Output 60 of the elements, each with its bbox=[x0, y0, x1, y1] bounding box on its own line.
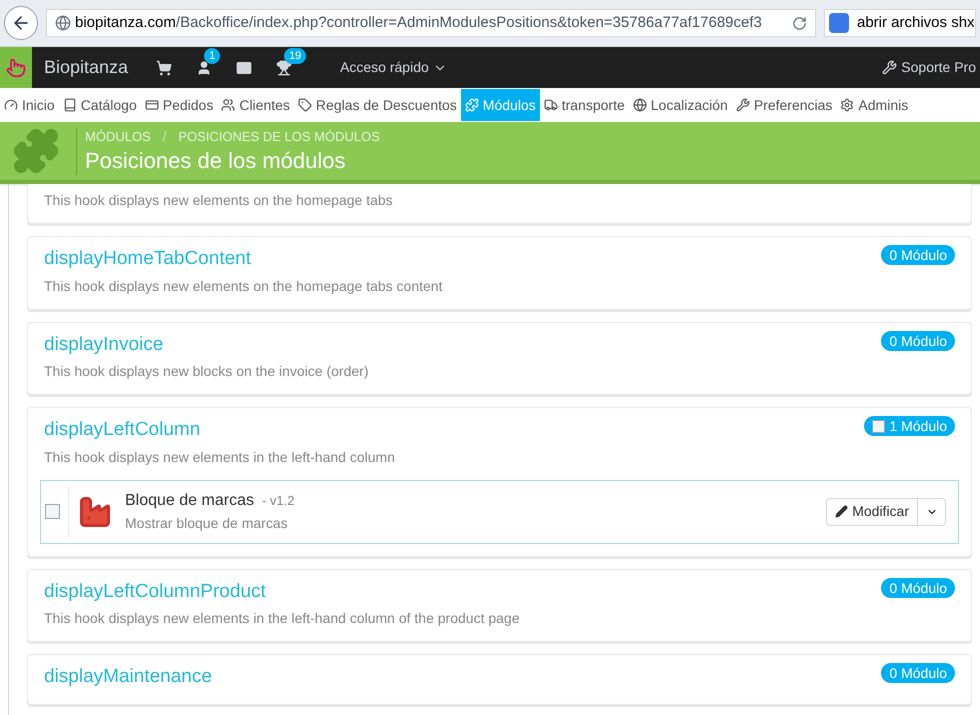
book-icon bbox=[62, 98, 77, 112]
globe-icon bbox=[55, 15, 71, 31]
badge-text: 0 Módulo bbox=[889, 332, 947, 350]
globe-icon bbox=[632, 98, 647, 112]
module-name: Bloque de marcas bbox=[125, 491, 254, 511]
search-engine-icon bbox=[829, 13, 849, 33]
nav-tab[interactable]: Adminis bbox=[836, 89, 912, 121]
badge-text: 1 Módulo bbox=[889, 417, 947, 436]
notification-badge: 1 bbox=[204, 48, 220, 64]
back-button[interactable] bbox=[4, 6, 38, 40]
hook-description: This hook displays new elements in the left-hand column of the product page bbox=[44, 609, 521, 628]
hook-title: displayLeftColumn bbox=[44, 418, 200, 442]
nav-tab[interactable]: Pedidos bbox=[140, 89, 218, 121]
nav-tab[interactable]: Reglas de Descuentos bbox=[294, 89, 461, 121]
hook-description: This hook displays new elements on the homepage tabs bbox=[44, 191, 394, 210]
module-description: Mostrar bloque de marcas bbox=[125, 514, 289, 533]
badge-text: 0 Módulo bbox=[889, 664, 947, 683]
quick-access-menu[interactable]: Acceso rápido bbox=[340, 57, 447, 78]
url-text: biopitanza.com/Backoffice/index.php?controller=AdminModulesPositions&token=35786a77af17689cef3 bbox=[75, 12, 762, 33]
pencil-icon bbox=[835, 505, 848, 518]
nav-tab[interactable]: Localización bbox=[628, 89, 732, 121]
hook-title: displayLeftColumnProduct bbox=[44, 580, 266, 604]
user-icon[interactable] bbox=[196, 60, 212, 76]
checkbox[interactable] bbox=[45, 504, 60, 519]
badge-text: 0 Módulo bbox=[889, 246, 947, 265]
notification-badge: 19 bbox=[284, 48, 306, 64]
edit-button[interactable]: Modificar bbox=[826, 498, 918, 526]
shop-name[interactable]: Biopitanza bbox=[44, 54, 128, 81]
reload-icon[interactable] bbox=[792, 16, 807, 30]
puzzle-icon bbox=[464, 98, 479, 112]
users-icon bbox=[221, 98, 236, 112]
wrench-icon bbox=[882, 60, 898, 75]
nav-tab[interactable]: transporte bbox=[540, 89, 629, 121]
nav-tab[interactable]: Preferencias bbox=[732, 89, 836, 121]
support-link[interactable]: Soporte Pro bbox=[882, 57, 980, 78]
wrench-icon bbox=[736, 98, 750, 112]
hook-description: This hook displays new blocks on the invoice (order) bbox=[44, 362, 370, 381]
gauge-icon bbox=[4, 98, 18, 112]
address-bar[interactable]: biopitanza.com/Backoffice/index.php?controller=AdminModulesPositions&token=35786a77af17689cef3 bbox=[46, 9, 816, 37]
nav-tab[interactable]: Catálogo bbox=[58, 89, 141, 121]
hook-description: This hook displays new elements in the left-hand column bbox=[44, 448, 396, 467]
settings-icon bbox=[840, 98, 854, 112]
hook-title: displayInvoice bbox=[44, 332, 164, 356]
trophy-icon[interactable] bbox=[276, 60, 292, 76]
search-field[interactable]: abrir archivos shx bbox=[824, 9, 976, 37]
puzzle-icon bbox=[12, 127, 60, 175]
truck-icon bbox=[544, 98, 558, 112]
page-title: Posiciones de los módulos bbox=[85, 146, 346, 175]
cart-icon[interactable] bbox=[156, 60, 172, 76]
nav-tab[interactable]: Clientes bbox=[217, 89, 294, 121]
checkbox[interactable] bbox=[872, 420, 886, 432]
breadcrumb-separator: / bbox=[162, 128, 166, 146]
tag-icon bbox=[298, 98, 312, 112]
card-icon bbox=[144, 98, 159, 112]
hook-title: displayHomeTabContent bbox=[44, 247, 252, 271]
hook-title: displayMaintenance bbox=[44, 665, 212, 689]
nav-tab[interactable]: Inicio bbox=[0, 89, 59, 121]
badge-text: 0 Módulo bbox=[889, 578, 947, 598]
module-version: - v1.2 bbox=[262, 492, 294, 510]
hook-description: This hook displays new elements on the homepage tabs content bbox=[44, 276, 444, 296]
